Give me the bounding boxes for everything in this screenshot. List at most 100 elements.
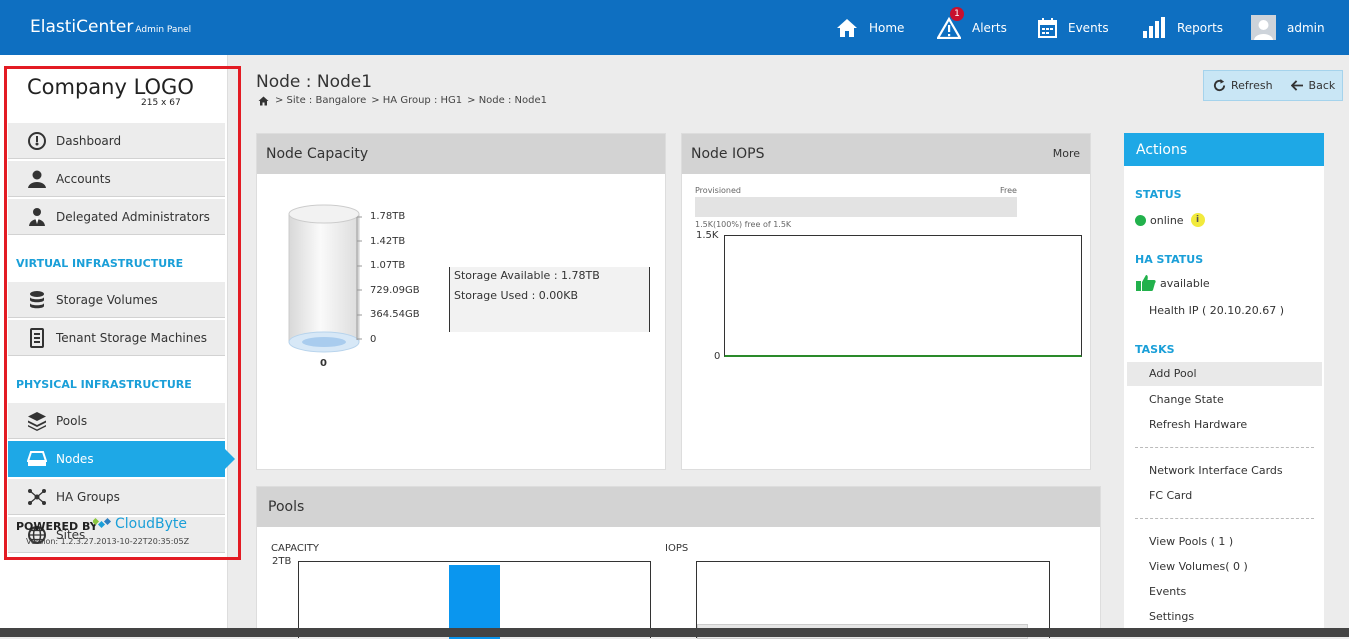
logo-size-note: 215 x 67 [141,98,181,108]
sidebar-item-tenant-storage-machines[interactable]: Tenant Storage Machines [8,319,225,356]
company-logo: Company LOGO [27,75,194,99]
task-refresh-hardware[interactable]: Refresh Hardware [1149,418,1247,431]
storage-available-text: Storage Available : 1.78TB [454,269,600,282]
status-heading: STATUS [1135,188,1182,201]
version-text: Version: 1.2.3.27.2013-10-22T20:35:05Z [26,537,190,546]
sidebar-item-label: HA Groups [56,489,120,504]
task-fc-card[interactable]: FC Card [1149,489,1192,502]
node-iops-panel: Node IOPS More Provisioned Free 1.5K(100… [681,133,1091,470]
tasks-divider [1135,518,1314,519]
node-iops-title: Node IOPS [691,146,765,162]
task-add-pool[interactable]: Add Pool [1127,362,1322,386]
node-capacity-panel: Node Capacity 1.78TB 1.42TB 1.07TB 729.0… [256,133,666,470]
user-icon [28,170,46,188]
sidebar-item-label: Pools [56,413,88,428]
task-network-interface-cards[interactable]: Network Interface Cards [1149,464,1283,477]
breadcrumb-site[interactable]: > Site : Bangalore [275,95,366,106]
back-label: Back [1308,79,1336,92]
storage-used-text: Storage Used : 0.00KB [454,289,579,302]
capacity-tick: 364.54GB [370,309,420,320]
capacity-bottom-label: 0 [320,358,327,369]
breadcrumb-ha-group[interactable]: > HA Group : HG1 [371,95,462,106]
task-events[interactable]: Events [1149,585,1186,598]
ha-status-row: available [1135,274,1210,292]
sidebar-item-label: Tenant Storage Machines [56,330,208,345]
sidebar-item-accounts[interactable]: Accounts [8,160,225,197]
pools-title: Pools [268,499,305,515]
cloudbyte-mark-icon [91,517,112,529]
calendar-icon [1038,17,1057,38]
capacity-tick: 729.09GB [370,285,420,296]
pools-header: Pools [257,487,1100,527]
nav-home[interactable]: Home [836,0,904,55]
sidebar-item-delegated-administrators[interactable]: Delegated Administrators [8,198,225,235]
thumbs-up-icon [1136,275,1156,291]
free-label: Free [1000,186,1017,195]
nav-alerts-label: Alerts [972,20,1007,35]
top-header: ElastiCenter Admin Panel Home 1 Alerts Ev… [0,0,1349,55]
dashboard-icon [28,131,46,150]
task-change-state[interactable]: Change State [1149,393,1224,406]
ha-status-value: available [1160,276,1210,290]
sidebar-item-ha-groups[interactable]: HA Groups [8,478,225,515]
iops-free-note: 1.5K(100%) free of 1.5K [695,220,792,229]
actions-title: Actions [1136,141,1188,158]
sidebar-item-dashboard[interactable]: Dashboard [8,122,225,159]
nav-alerts[interactable]: 1 Alerts [937,0,1007,55]
sidebar-item-storage-volumes[interactable]: Storage Volumes [8,281,225,318]
task-view-pools[interactable]: View Pools ( 1 ) [1149,535,1233,548]
capacity-cylinder-icon [288,204,360,353]
health-ip-text: Health IP ( 20.10.20.67 ) [1149,304,1285,317]
iops-y-min: 0 [714,351,721,362]
pools-capacity-plot [298,561,651,639]
brand-subtitle: Admin Panel [135,25,192,35]
cloudbyte-logo: CloudByte [91,516,187,532]
nav-events[interactable]: Events [1038,0,1109,55]
nav-user[interactable]: admin [1251,0,1325,55]
task-view-volumes[interactable]: View Volumes( 0 ) [1149,560,1248,573]
tasks-divider [1135,447,1314,448]
capacity-tick: 0 [370,334,377,345]
home-icon[interactable] [258,96,269,106]
actions-panel: Actions STATUS online i HA STATUS availa… [1124,133,1324,637]
more-link[interactable]: More [1053,147,1080,160]
arrow-left-icon [1290,80,1303,91]
task-settings[interactable]: Settings [1149,610,1194,623]
capacity-axis [356,216,362,340]
pools-capacity-tick: 2TB [272,556,292,567]
refresh-button[interactable]: Refresh [1213,79,1273,92]
pools-iops-plot [696,561,1050,639]
capacity-tick: 1.78TB [370,211,406,222]
actions-header: Actions [1124,133,1324,166]
provisioned-label: Provisioned [695,186,742,195]
sidebar-item-label: Storage Volumes [56,292,158,307]
admin-icon [29,207,45,226]
nav-reports[interactable]: Reports [1142,0,1223,55]
breadcrumb-node: > Node : Node1 [467,95,547,106]
user-avatar-icon [1251,15,1276,40]
page-action-buttons: Refresh Back [1203,70,1343,101]
nav-home-label: Home [869,20,905,35]
refresh-label: Refresh [1231,79,1273,92]
status-row: online i [1135,213,1205,227]
refresh-icon [1213,79,1226,92]
node-capacity-title: Node Capacity [266,146,369,162]
status-value: online [1150,213,1184,227]
bar-chart-icon [1143,16,1165,38]
bottom-scroll-strip[interactable] [0,628,1349,637]
info-icon[interactable]: i [1190,213,1205,227]
capacity-tick: 1.07TB [370,260,406,271]
nav-events-label: Events [1068,20,1109,35]
brand-title[interactable]: ElastiCenter Admin Panel [30,17,191,37]
sidebar-item-label: Delegated Administrators [56,209,210,224]
layers-icon [28,411,46,431]
capacity-summary-box: Storage Available : 1.78TB Storage Used … [449,267,650,332]
cloudbyte-brand: CloudByte [115,516,187,532]
sidebar-item-nodes[interactable]: Nodes [8,440,235,477]
back-button[interactable]: Back [1290,79,1336,92]
sidebar-item-pools[interactable]: Pools [8,402,225,439]
drive-icon [27,450,47,466]
node-iops-header: Node IOPS More [682,134,1090,174]
online-dot-icon [1135,214,1146,226]
network-icon [28,488,46,505]
